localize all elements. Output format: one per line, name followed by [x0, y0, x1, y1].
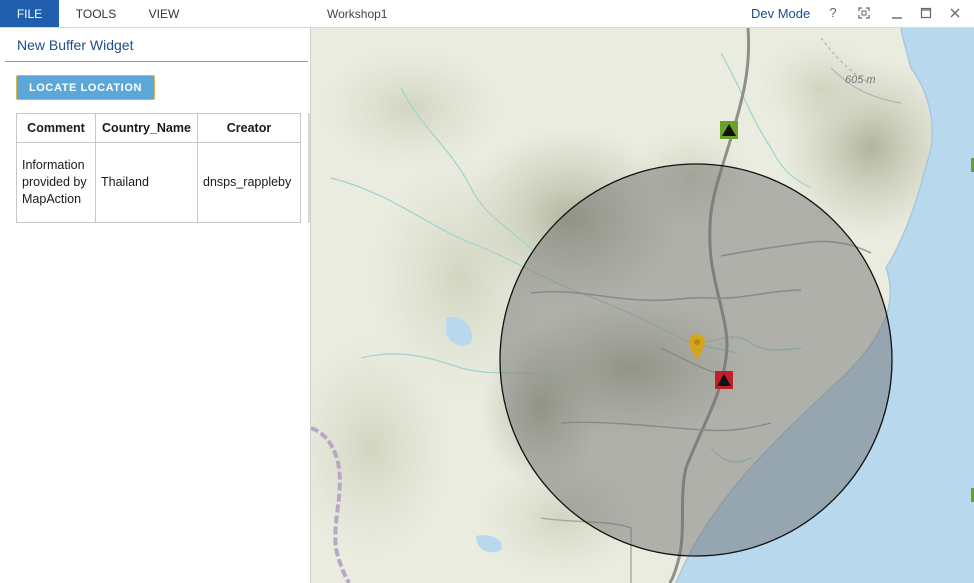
menu-tools[interactable]: TOOLS: [62, 0, 130, 27]
help-icon[interactable]: ?: [822, 0, 844, 27]
table-row[interactable]: Information provided by MapAction Thaila…: [16, 142, 301, 223]
menu-view[interactable]: VIEW: [134, 0, 194, 27]
column-header-country-name[interactable]: Country_Name: [95, 113, 198, 143]
cell-country-name: Thailand: [95, 142, 198, 223]
maximize-glyph: [920, 7, 932, 19]
fit-screen-icon[interactable]: [853, 0, 875, 27]
menu-bar: FILE TOOLS VIEW Workshop1 Dev Mode ?: [0, 0, 974, 28]
close-icon[interactable]: [944, 0, 966, 27]
widget-title: New Buffer Widget: [17, 37, 134, 53]
menu-file[interactable]: FILE: [0, 0, 59, 27]
map-canvas[interactable]: 605 m: [311, 28, 974, 583]
triangle-green-marker-icon[interactable]: [720, 121, 738, 139]
buffer-circle[interactable]: [499, 163, 893, 557]
attribute-table: Comment Country_Name Creator Information…: [16, 113, 301, 223]
column-header-creator[interactable]: Creator: [197, 113, 301, 143]
cell-creator: dnsps_rappleby: [197, 142, 301, 223]
maximize-icon[interactable]: [915, 0, 937, 27]
dev-mode-link[interactable]: Dev Mode: [751, 0, 810, 27]
column-header-comment[interactable]: Comment: [16, 113, 96, 143]
table-header-row: Comment Country_Name Creator: [16, 113, 301, 143]
minimize-glyph: [892, 17, 902, 19]
cell-comment: Information provided by MapAction: [16, 142, 96, 223]
panel-divider: [5, 61, 308, 62]
minimize-icon[interactable]: [886, 0, 908, 27]
app-title: Workshop1: [327, 7, 388, 21]
buffer-widget-panel: New Buffer Widget LOCATE LOCATION Commen…: [0, 28, 311, 583]
fit-screen-glyph: [858, 7, 870, 19]
locate-location-button[interactable]: LOCATE LOCATION: [16, 75, 155, 100]
triangle-red-marker-icon[interactable]: [715, 371, 733, 389]
close-glyph: [950, 8, 960, 18]
map-view[interactable]: 605 m: [311, 28, 974, 583]
elevation-label: 605 m: [845, 74, 876, 86]
